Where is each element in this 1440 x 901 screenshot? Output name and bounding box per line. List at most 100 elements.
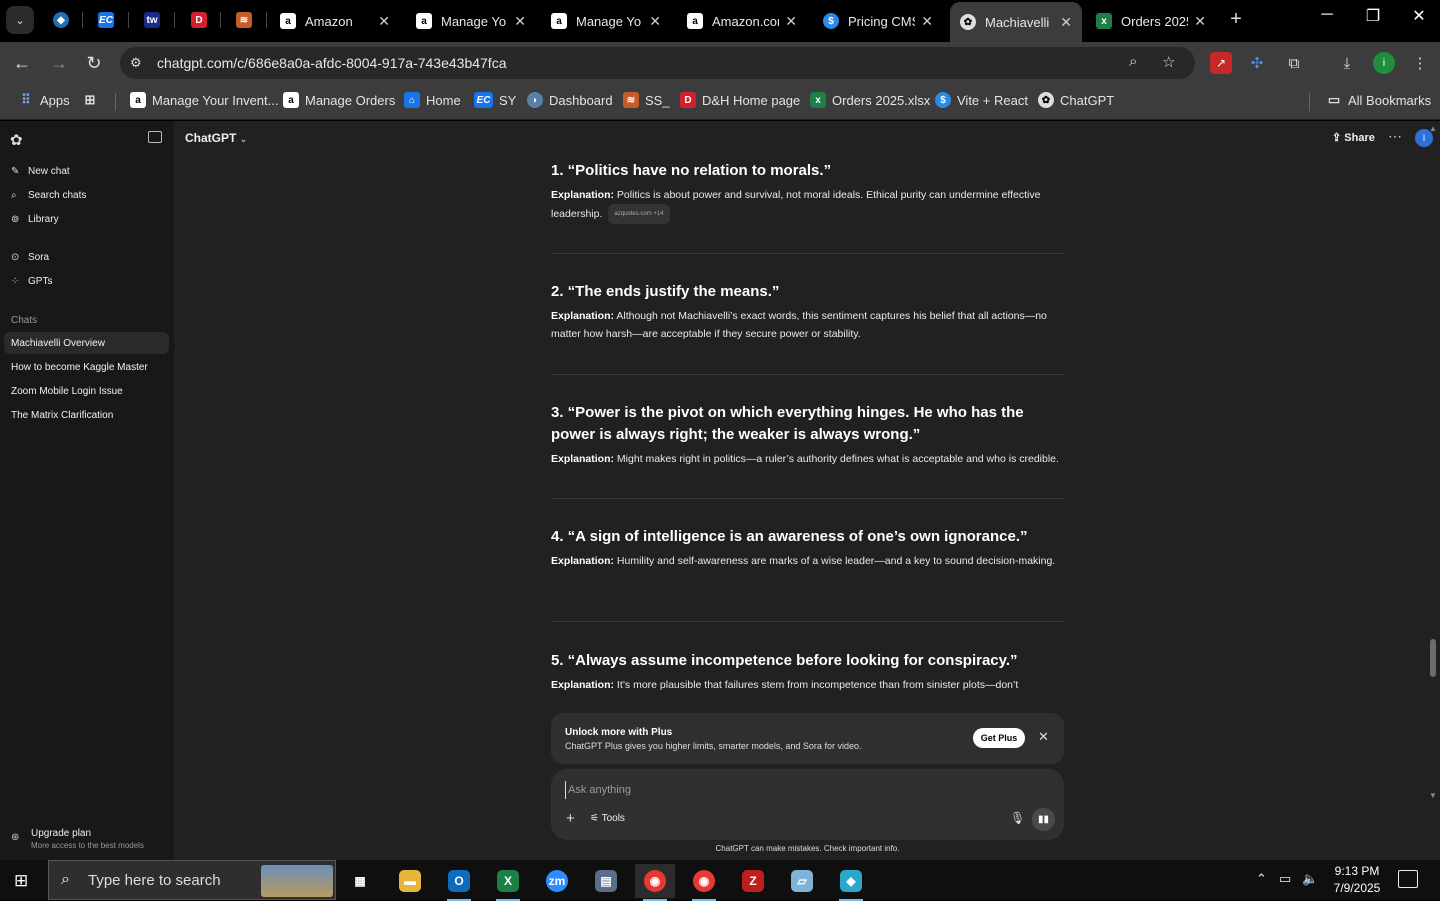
- browser-tab[interactable]: a Manage Yo ✕: [406, 4, 536, 38]
- app-icon[interactable]: ▱: [782, 864, 822, 898]
- sidebar-toggle-icon[interactable]: [148, 131, 162, 143]
- bookmark-item[interactable]: ≋ SS_: [623, 92, 670, 108]
- get-plus-button[interactable]: Get Plus: [973, 728, 1025, 748]
- download-icon[interactable]: ⤓: [1336, 52, 1358, 74]
- browser-tab[interactable]: $ Pricing CMS ✕: [813, 4, 943, 38]
- bookmark-item[interactable]: x Orders 2025.xlsx: [810, 92, 930, 108]
- browser-tab[interactable]: a Manage Yo ✕: [541, 4, 671, 38]
- minimize-button[interactable]: ─: [1304, 6, 1350, 24]
- browser-menu-icon[interactable]: ⋮: [1409, 52, 1431, 74]
- browser-tab[interactable]: a Amazon ✕: [270, 4, 400, 38]
- more-options-icon[interactable]: ⋯: [1388, 128, 1402, 145]
- new-tab-button[interactable]: +: [1226, 8, 1246, 31]
- bookmark-item[interactable]: D D&H Home page: [680, 92, 800, 108]
- tab-search-menu-button[interactable]: ⌄: [6, 6, 34, 34]
- microphone-icon[interactable]: 🎙: [1010, 811, 1025, 825]
- browser-tab[interactable]: x Orders 2025 ✕: [1086, 4, 1216, 38]
- notifications-icon[interactable]: [1398, 870, 1418, 888]
- upgrade-plan-button[interactable]: ⊛ Upgrade plan More access to the best m…: [11, 828, 144, 850]
- zoom-icon[interactable]: zm: [537, 864, 577, 898]
- extension-icon[interactable]: ✣: [1246, 52, 1268, 74]
- openai-logo-icon[interactable]: ✿: [10, 131, 23, 149]
- close-icon[interactable]: ✕: [921, 13, 933, 30]
- close-icon[interactable]: ✕: [1038, 729, 1049, 745]
- site-info-icon[interactable]: ⚙: [130, 55, 142, 71]
- chat-item[interactable]: Zoom Mobile Login Issue: [4, 380, 169, 402]
- tab-groups-icon: ⊞: [84, 92, 96, 107]
- filezilla-icon[interactable]: Z: [733, 864, 773, 898]
- prompt-input[interactable]: [565, 781, 985, 799]
- app-icon[interactable]: ◆: [831, 864, 871, 901]
- new-chat-button[interactable]: ✎ New chat: [11, 166, 70, 177]
- sora-button[interactable]: ⊙ Sora: [11, 252, 49, 263]
- bookmark-item[interactable]: $ Vite + React: [935, 92, 1028, 108]
- network-icon[interactable]: ▭: [1279, 871, 1291, 887]
- file-explorer-icon[interactable]: ▬: [390, 864, 430, 898]
- scroll-up-icon[interactable]: ▲: [1429, 124, 1437, 133]
- divider: [551, 253, 1065, 254]
- bookmark-item[interactable]: ◗ Dashboard: [527, 92, 613, 108]
- bookmark-item[interactable]: a Manage Your Invent...: [130, 92, 278, 108]
- task-view-icon[interactable]: ▦: [340, 864, 380, 898]
- voice-mode-icon[interactable]: ▮▮: [1032, 808, 1055, 831]
- library-button[interactable]: ⊚ Library: [11, 214, 59, 225]
- browser-tab-active[interactable]: ✿ Machiavelli ✕: [950, 2, 1082, 42]
- chevron-up-icon[interactable]: ⌃: [1256, 871, 1267, 887]
- tab-title: Amazon.com: [712, 13, 779, 29]
- close-icon[interactable]: ✕: [785, 13, 797, 30]
- source-chip[interactable]: azquotes.com +14: [608, 204, 670, 224]
- bookmark-item[interactable]: ✿ ChatGPT: [1038, 92, 1114, 108]
- forward-button[interactable]: →: [47, 51, 71, 75]
- chrome-icon[interactable]: ◉: [684, 864, 724, 901]
- windows-start-icon[interactable]: ⊞: [14, 871, 28, 891]
- extension-icon[interactable]: ↗: [1210, 52, 1232, 74]
- chrome-icon[interactable]: ◉: [635, 864, 675, 901]
- pinned-tab[interactable]: ≋: [231, 8, 257, 32]
- reload-button[interactable]: ↻: [82, 51, 106, 75]
- pinned-tab[interactable]: ◆: [48, 8, 74, 32]
- pinned-tab[interactable]: tw: [139, 8, 165, 32]
- system-clock[interactable]: 9:13 PM 7/9/2025: [1327, 863, 1387, 897]
- scroll-down-icon[interactable]: ▼: [1429, 791, 1437, 800]
- extensions-puzzle-icon[interactable]: ⧉: [1283, 52, 1305, 74]
- bookmark-apps[interactable]: ⠿ Apps: [18, 92, 69, 108]
- profile-avatar[interactable]: i: [1373, 52, 1395, 74]
- volume-icon[interactable]: 🔈: [1302, 871, 1318, 887]
- scrollbar-thumb[interactable]: [1430, 639, 1436, 677]
- taskbar-search[interactable]: ⌕ Type here to search: [48, 860, 336, 900]
- excel-icon[interactable]: X: [488, 864, 528, 901]
- add-attachment-icon[interactable]: +: [566, 810, 575, 827]
- search-highlight-image: [261, 865, 333, 897]
- zoom-icon[interactable]: ⌕: [1129, 53, 1137, 70]
- restore-button[interactable]: ❐: [1350, 6, 1396, 26]
- share-button[interactable]: ⇪ Share: [1332, 131, 1375, 144]
- close-icon[interactable]: ✕: [1060, 14, 1072, 31]
- all-bookmarks[interactable]: ▭ All Bookmarks: [1326, 92, 1431, 108]
- close-icon[interactable]: ✕: [514, 13, 526, 30]
- openai-icon: ✿: [960, 14, 976, 30]
- back-button[interactable]: ←: [10, 51, 34, 75]
- close-icon[interactable]: ✕: [649, 13, 661, 30]
- calculator-icon[interactable]: ▤: [586, 864, 626, 898]
- chat-item[interactable]: Machiavelli Overview: [4, 332, 169, 354]
- pinned-tab[interactable]: EC: [93, 8, 119, 32]
- search-chats-button[interactable]: ⌕ Search chats: [11, 190, 86, 201]
- url-text[interactable]: chatgpt.com/c/686e8a0a-afdc-8004-917a-74…: [157, 55, 506, 71]
- close-window-button[interactable]: ✕: [1396, 6, 1440, 26]
- tools-button[interactable]: ⚟ Tools: [590, 813, 625, 824]
- chat-item[interactable]: The Matrix Clarification: [4, 404, 169, 426]
- outlook-icon[interactable]: O: [439, 864, 479, 901]
- chat-item[interactable]: How to become Kaggle Master: [4, 356, 169, 378]
- browser-tab[interactable]: a Amazon.com ✕: [677, 4, 807, 38]
- bookmark-tab-groups[interactable]: ⊞: [82, 92, 104, 108]
- bookmark-item[interactable]: ⌂ Home: [404, 92, 461, 108]
- pinned-tab[interactable]: D: [186, 8, 212, 32]
- gpts-button[interactable]: ⁘ GPTs: [11, 276, 52, 287]
- close-icon[interactable]: ✕: [378, 13, 390, 30]
- bookmark-item[interactable]: EC SY: [474, 92, 516, 108]
- bookmark-item[interactable]: a Manage Orders: [283, 92, 395, 108]
- close-icon[interactable]: ✕: [1194, 13, 1206, 30]
- address-bar[interactable]: ⚙ chatgpt.com/c/686e8a0a-afdc-8004-917a-…: [120, 47, 1195, 79]
- model-selector[interactable]: ChatGPT ⌄: [185, 131, 247, 145]
- bookmark-star-icon[interactable]: ☆: [1162, 53, 1175, 71]
